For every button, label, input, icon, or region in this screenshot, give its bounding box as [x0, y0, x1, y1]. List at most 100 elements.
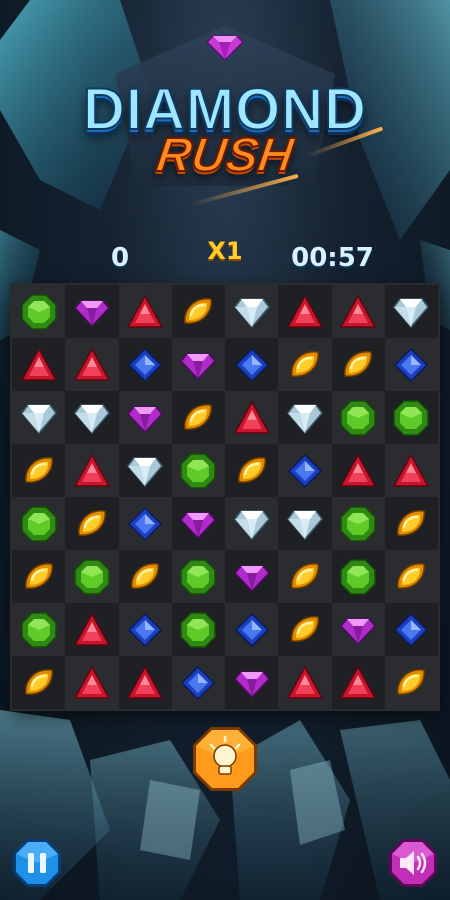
hint-button[interactable]: lightbulb-icon	[191, 725, 259, 793]
board-cell[interactable]	[65, 338, 119, 391]
board-cell[interactable]	[118, 338, 172, 391]
board-cell[interactable]	[384, 656, 438, 709]
board-cell[interactable]	[118, 391, 172, 444]
score-value: 0	[110, 243, 130, 273]
board-cell[interactable]	[331, 603, 385, 656]
board-cell[interactable]	[171, 656, 225, 709]
purple-gem-icon	[339, 613, 377, 647]
board-cell[interactable]	[384, 391, 438, 444]
green-gem-icon	[339, 505, 377, 543]
board-cell[interactable]	[118, 444, 172, 497]
pause-button[interactable]: pause-icon	[12, 838, 62, 888]
board-cell[interactable]	[118, 285, 172, 338]
yellow-gem-icon	[179, 293, 217, 331]
hint-icon-name: lightbulb-icon	[259, 725, 260, 726]
board-row	[12, 656, 438, 709]
board-cell[interactable]	[225, 444, 279, 497]
board-cell[interactable]	[65, 550, 119, 603]
board-cell[interactable]	[65, 285, 119, 338]
board-cell[interactable]	[278, 603, 332, 656]
board-cell[interactable]	[384, 338, 438, 391]
board-cell[interactable]	[384, 603, 438, 656]
board-cell[interactable]	[171, 285, 225, 338]
board-cell[interactable]	[331, 391, 385, 444]
green-gem-icon	[20, 611, 58, 649]
board-cell[interactable]	[171, 444, 225, 497]
board-cell[interactable]	[331, 285, 385, 338]
board-cell[interactable]	[384, 550, 438, 603]
board-cell[interactable]	[225, 497, 279, 550]
board-cell[interactable]	[65, 656, 119, 709]
blue-gem-icon	[180, 665, 216, 701]
green-gem-icon	[179, 611, 217, 649]
board-cell[interactable]	[171, 550, 225, 603]
speaker-icon	[389, 839, 437, 887]
board-cell[interactable]	[171, 391, 225, 444]
board-cell[interactable]	[171, 603, 225, 656]
sound-button[interactable]: speaker-icon	[388, 838, 438, 888]
purple-gem-icon	[73, 295, 111, 329]
blue-gem-icon	[127, 347, 163, 383]
board-cell[interactable]	[278, 338, 332, 391]
board-cell[interactable]	[12, 497, 66, 550]
blue-gem-icon	[393, 612, 429, 648]
board-cell[interactable]	[65, 391, 119, 444]
board-cell[interactable]	[278, 444, 332, 497]
pause-icon-name: pause-icon	[62, 838, 63, 839]
white-gem-icon	[286, 400, 324, 436]
yellow-gem-icon	[392, 664, 430, 702]
board-cell[interactable]	[171, 497, 225, 550]
board-cell[interactable]	[65, 497, 119, 550]
board-cell[interactable]	[225, 656, 279, 709]
board-cell[interactable]	[65, 603, 119, 656]
timer-value: 00:57	[291, 243, 374, 273]
board-cell[interactable]	[278, 285, 332, 338]
yellow-gem-icon	[126, 558, 164, 596]
purple-gem-icon	[179, 507, 217, 541]
board-cell[interactable]	[225, 391, 279, 444]
board-cell[interactable]	[225, 285, 279, 338]
green-gem-icon	[179, 558, 217, 596]
green-gem-icon	[20, 505, 58, 543]
board-cell[interactable]	[225, 338, 279, 391]
purple-gem-icon	[179, 348, 217, 382]
board-cell[interactable]	[12, 656, 66, 709]
board-cell[interactable]	[384, 497, 438, 550]
board-row	[12, 285, 438, 338]
board-cell[interactable]	[118, 550, 172, 603]
board-cell[interactable]	[225, 550, 279, 603]
green-gem-icon	[73, 558, 111, 596]
board-cell[interactable]	[278, 550, 332, 603]
board-cell[interactable]	[118, 603, 172, 656]
red-gem-icon	[73, 452, 111, 489]
board-cell[interactable]	[278, 497, 332, 550]
board-cell[interactable]	[12, 391, 66, 444]
board-cell[interactable]	[278, 656, 332, 709]
board-cell[interactable]	[331, 338, 385, 391]
board-cell[interactable]	[12, 550, 66, 603]
purple-diamond-icon	[205, 35, 245, 62]
board-cell[interactable]	[12, 285, 66, 338]
board-cell[interactable]	[171, 338, 225, 391]
board-cell[interactable]	[331, 656, 385, 709]
red-gem-icon	[286, 293, 324, 330]
board-cell[interactable]	[12, 603, 66, 656]
board-cell[interactable]	[331, 497, 385, 550]
board-cell[interactable]	[331, 550, 385, 603]
purple-gem-icon	[233, 560, 271, 594]
board-cell[interactable]	[65, 444, 119, 497]
board-cell[interactable]	[118, 656, 172, 709]
red-gem-icon	[233, 399, 271, 436]
green-gem-icon	[179, 452, 217, 490]
board-cell[interactable]	[384, 285, 438, 338]
board-cell[interactable]	[331, 444, 385, 497]
red-gem-icon	[286, 664, 324, 701]
board-cell[interactable]	[384, 444, 438, 497]
board-cell[interactable]	[12, 444, 66, 497]
blue-gem-icon	[127, 612, 163, 648]
yellow-gem-icon	[286, 346, 324, 384]
board-cell[interactable]	[118, 497, 172, 550]
board-cell[interactable]	[12, 338, 66, 391]
board-cell[interactable]	[225, 603, 279, 656]
board-cell[interactable]	[278, 391, 332, 444]
